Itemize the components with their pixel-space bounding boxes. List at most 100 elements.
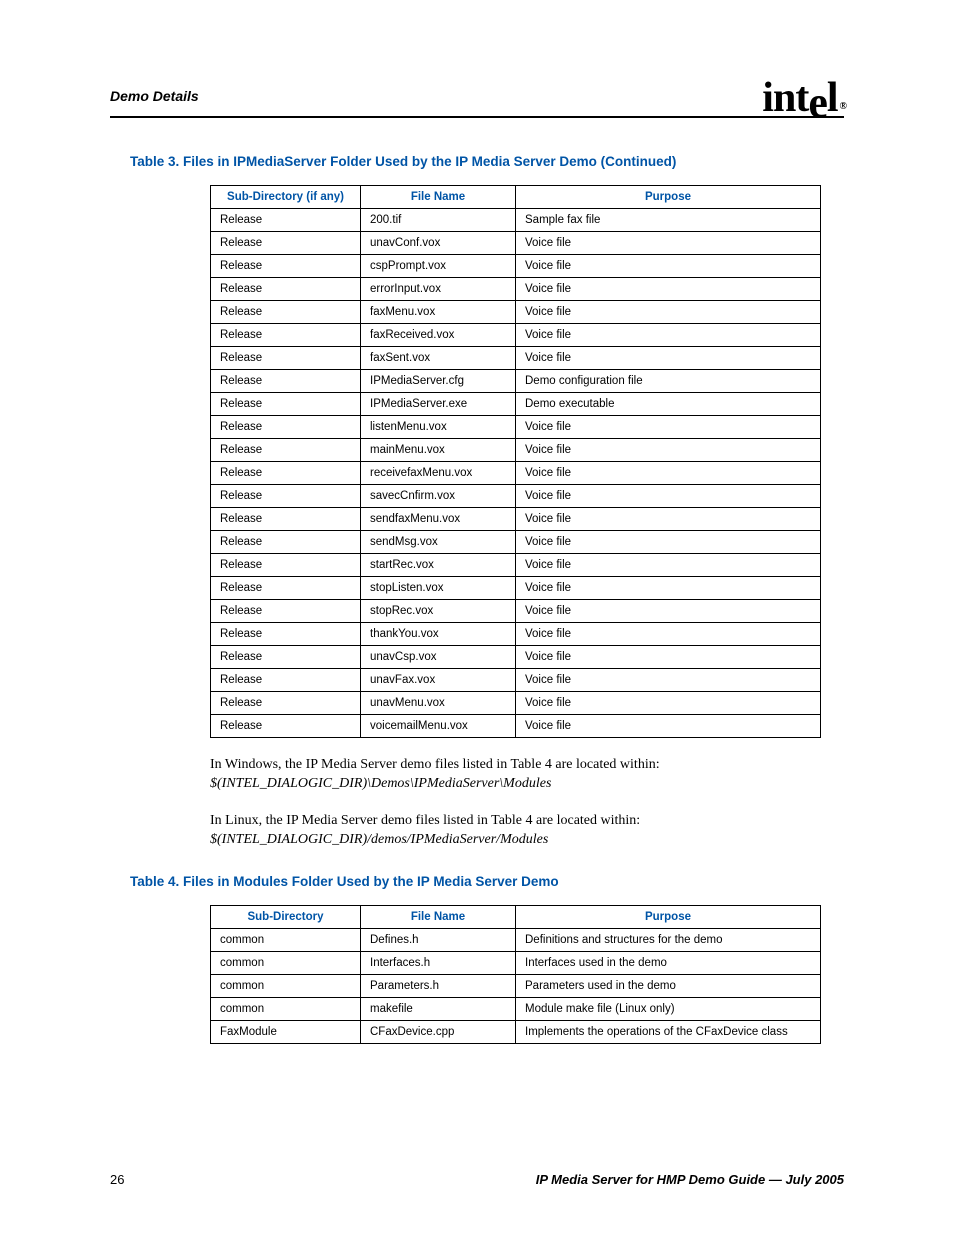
table3-cell: Voice file <box>516 692 821 715</box>
table4-cell: Defines.h <box>361 928 516 951</box>
table3-row: ReleaseunavCsp.voxVoice file <box>211 646 821 669</box>
table3-row: ReleasestopRec.voxVoice file <box>211 600 821 623</box>
table3-row: ReleaseerrorInput.voxVoice file <box>211 278 821 301</box>
para2-line1: In Linux, the IP Media Server demo files… <box>210 813 640 828</box>
table3-col1: File Name <box>361 186 516 209</box>
table3-row: ReleasemainMenu.voxVoice file <box>211 439 821 462</box>
table3-cell: mainMenu.vox <box>361 439 516 462</box>
table4-row: commonDefines.hDefinitions and structure… <box>211 928 821 951</box>
table4-cell: common <box>211 974 361 997</box>
table3-cell: Demo configuration file <box>516 370 821 393</box>
table4-cell: Interfaces used in the demo <box>516 951 821 974</box>
table4-cell: Parameters.h <box>361 974 516 997</box>
table3-cell: Release <box>211 324 361 347</box>
table3-cell: Release <box>211 370 361 393</box>
table3-row: ReleasestopListen.voxVoice file <box>211 577 821 600</box>
table3-cell: Release <box>211 623 361 646</box>
page-footer: 26 IP Media Server for HMP Demo Guide — … <box>110 1172 844 1187</box>
table3-row: ReleasestartRec.voxVoice file <box>211 554 821 577</box>
table4-row: FaxModuleCFaxDevice.cppImplements the op… <box>211 1020 821 1043</box>
table3-cell: Release <box>211 416 361 439</box>
table4-header-row: Sub-Directory File Name Purpose <box>211 905 821 928</box>
table3-cell: 200.tif <box>361 209 516 232</box>
table3-col0: Sub-Directory (if any) <box>211 186 361 209</box>
table4-cell: CFaxDevice.cpp <box>361 1020 516 1043</box>
table3-cell: faxMenu.vox <box>361 301 516 324</box>
table3-cell: Release <box>211 278 361 301</box>
table3-row: ReleaseunavConf.voxVoice file <box>211 232 821 255</box>
table3-cell: unavMenu.vox <box>361 692 516 715</box>
table3-cell: unavFax.vox <box>361 669 516 692</box>
table3-cell: Release <box>211 393 361 416</box>
para1-line1: In Windows, the IP Media Server demo fil… <box>210 757 660 772</box>
table3-row: ReleaseunavFax.voxVoice file <box>211 669 821 692</box>
table3-caption: Table 3. Files in IPMediaServer Folder U… <box>130 154 844 169</box>
table3-cell: Voice file <box>516 301 821 324</box>
table3-cell: cspPrompt.vox <box>361 255 516 278</box>
table3-cell: unavConf.vox <box>361 232 516 255</box>
page-number: 26 <box>110 1172 124 1187</box>
table3-cell: Release <box>211 255 361 278</box>
table3: Sub-Directory (if any) File Name Purpose… <box>210 185 821 738</box>
table3-cell: Voice file <box>516 485 821 508</box>
table3-cell: Release <box>211 485 361 508</box>
table4: Sub-Directory File Name Purpose commonDe… <box>210 905 821 1044</box>
table3-cell: receivefaxMenu.vox <box>361 462 516 485</box>
table3-cell: sendMsg.vox <box>361 531 516 554</box>
table3-row: ReleasesendMsg.voxVoice file <box>211 531 821 554</box>
table3-cell: Voice file <box>516 715 821 738</box>
table3-row: ReleasethankYou.voxVoice file <box>211 623 821 646</box>
table3-cell: Voice file <box>516 531 821 554</box>
table3-cell: sendfaxMenu.vox <box>361 508 516 531</box>
table4-cell: common <box>211 997 361 1020</box>
table4-row: commonInterfaces.hInterfaces used in the… <box>211 951 821 974</box>
table3-cell: Voice file <box>516 324 821 347</box>
table3-cell: Release <box>211 669 361 692</box>
table3-cell: Voice file <box>516 669 821 692</box>
header-rule <box>110 116 844 118</box>
table4-col0: Sub-Directory <box>211 905 361 928</box>
para2-line2: $(INTEL_DIALOGIC_DIR)/demos/IPMediaServe… <box>210 832 548 847</box>
table3-row: ReleaseIPMediaServer.cfgDemo configurati… <box>211 370 821 393</box>
table3-col2: Purpose <box>516 186 821 209</box>
table4-cell: common <box>211 951 361 974</box>
table3-cell: Voice file <box>516 439 821 462</box>
table3-cell: stopListen.vox <box>361 577 516 600</box>
table3-cell: savecCnfirm.vox <box>361 485 516 508</box>
table3-row: ReleasereceivefaxMenu.voxVoice file <box>211 462 821 485</box>
page-header: Demo Details intel® <box>110 80 844 112</box>
page-container: Demo Details intel® Table 3. Files in IP… <box>0 0 954 1235</box>
table4-cell: Parameters used in the demo <box>516 974 821 997</box>
table3-cell: stopRec.vox <box>361 600 516 623</box>
table4-caption: Table 4. Files in Modules Folder Used by… <box>130 874 844 889</box>
table4-col1: File Name <box>361 905 516 928</box>
table3-cell: Release <box>211 508 361 531</box>
table4-cell: Definitions and structures for the demo <box>516 928 821 951</box>
table3-cell: thankYou.vox <box>361 623 516 646</box>
table4-row: commonParameters.hParameters used in the… <box>211 974 821 997</box>
table4-cell: Implements the operations of the CFaxDev… <box>516 1020 821 1043</box>
para1-line2: $(INTEL_DIALOGIC_DIR)\Demos\IPMediaServe… <box>210 776 551 791</box>
table3-cell: Voice file <box>516 577 821 600</box>
table3-cell: Release <box>211 301 361 324</box>
table3-cell: Release <box>211 600 361 623</box>
table3-cell: faxSent.vox <box>361 347 516 370</box>
table3-row: ReleasefaxMenu.voxVoice file <box>211 301 821 324</box>
table3-cell: Voice file <box>516 554 821 577</box>
table3-row: ReleaselistenMenu.voxVoice file <box>211 416 821 439</box>
table3-cell: Release <box>211 232 361 255</box>
table3-row: ReleasesendfaxMenu.voxVoice file <box>211 508 821 531</box>
table3-row: ReleasevoicemailMenu.voxVoice file <box>211 715 821 738</box>
table3-cell: Release <box>211 577 361 600</box>
table3-cell: Release <box>211 347 361 370</box>
table3-cell: Voice file <box>516 416 821 439</box>
table3-row: ReleasefaxSent.voxVoice file <box>211 347 821 370</box>
footer-doc-title: IP Media Server for HMP Demo Guide — Jul… <box>536 1172 844 1187</box>
paragraph-linux: In Linux, the IP Media Server demo files… <box>210 812 830 850</box>
table4-cell: Module make file (Linux only) <box>516 997 821 1020</box>
table4-cell: FaxModule <box>211 1020 361 1043</box>
table3-cell: voicemailMenu.vox <box>361 715 516 738</box>
table3-cell: Voice file <box>516 623 821 646</box>
table3-cell: Release <box>211 531 361 554</box>
table3-cell: startRec.vox <box>361 554 516 577</box>
